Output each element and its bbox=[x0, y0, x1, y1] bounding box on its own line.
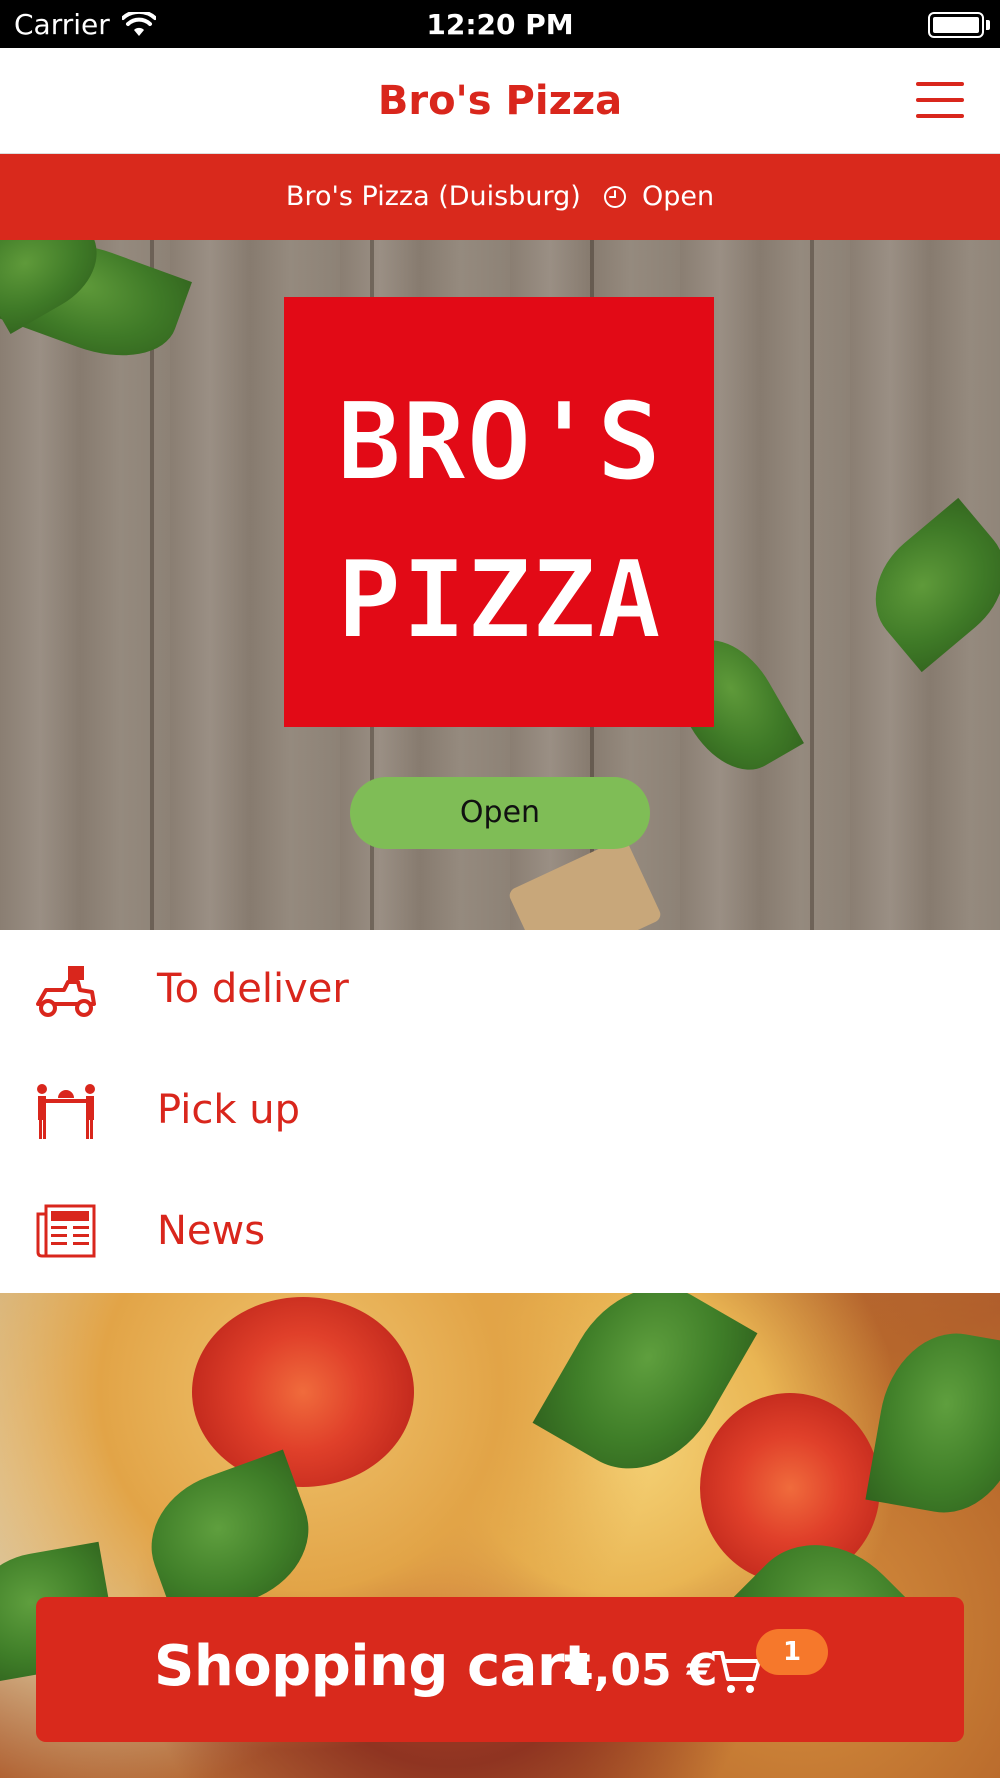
menu-item-news[interactable]: News bbox=[0, 1172, 1000, 1293]
restaurant-logo: BRO'S PIZZA bbox=[284, 297, 714, 727]
store-info-bar[interactable]: Bro's Pizza (Duisburg) Open bbox=[0, 154, 1000, 240]
menu-item-to-deliver[interactable]: To deliver bbox=[0, 930, 1000, 1051]
logo-line-2: PIZZA bbox=[336, 538, 661, 663]
menu-item-label: Pick up bbox=[157, 1087, 300, 1133]
shopping-cart-button[interactable]: Shopping cart 4,05 € 1 bbox=[36, 1597, 964, 1742]
store-name: Bro's Pizza (Duisburg) bbox=[285, 181, 581, 212]
menu-item-label: To deliver bbox=[157, 966, 349, 1012]
tomato-slice-decoration bbox=[192, 1297, 414, 1487]
cart-total: 4,05 € bbox=[563, 1645, 718, 1696]
paper-decoration bbox=[507, 836, 663, 930]
page-title: Bro's Pizza bbox=[377, 78, 623, 124]
open-status-button[interactable]: Open bbox=[350, 777, 650, 849]
store-status: Open bbox=[641, 181, 715, 212]
cart-label: Shopping cart bbox=[154, 1634, 591, 1699]
app-header: Bro's Pizza bbox=[0, 48, 1000, 154]
newspaper-icon bbox=[36, 1204, 96, 1258]
delivery-scooter-icon bbox=[36, 966, 96, 1017]
menu-item-pick-up[interactable]: Pick up bbox=[0, 1051, 1000, 1172]
basil-leaf-decoration bbox=[865, 1322, 1000, 1524]
order-options-list: To deliver Pick up News bbox=[0, 930, 1000, 1293]
battery-icon bbox=[928, 12, 984, 38]
menu-item-label: News bbox=[157, 1208, 266, 1254]
basil-leaf-decoration bbox=[851, 497, 1000, 673]
status-bar: Carrier 12:20 PM bbox=[0, 0, 1000, 48]
clock-icon bbox=[604, 185, 627, 208]
cart-count-badge: 1 bbox=[756, 1629, 828, 1675]
status-time: 12:20 PM bbox=[426, 8, 574, 41]
logo-line-1: BRO'S bbox=[336, 380, 661, 505]
hamburger-menu-icon[interactable] bbox=[916, 82, 964, 120]
shopping-cart-icon bbox=[712, 1651, 761, 1693]
pickup-handover-icon bbox=[37, 1084, 95, 1139]
hero-banner: BRO'S PIZZA Open bbox=[0, 240, 1000, 930]
